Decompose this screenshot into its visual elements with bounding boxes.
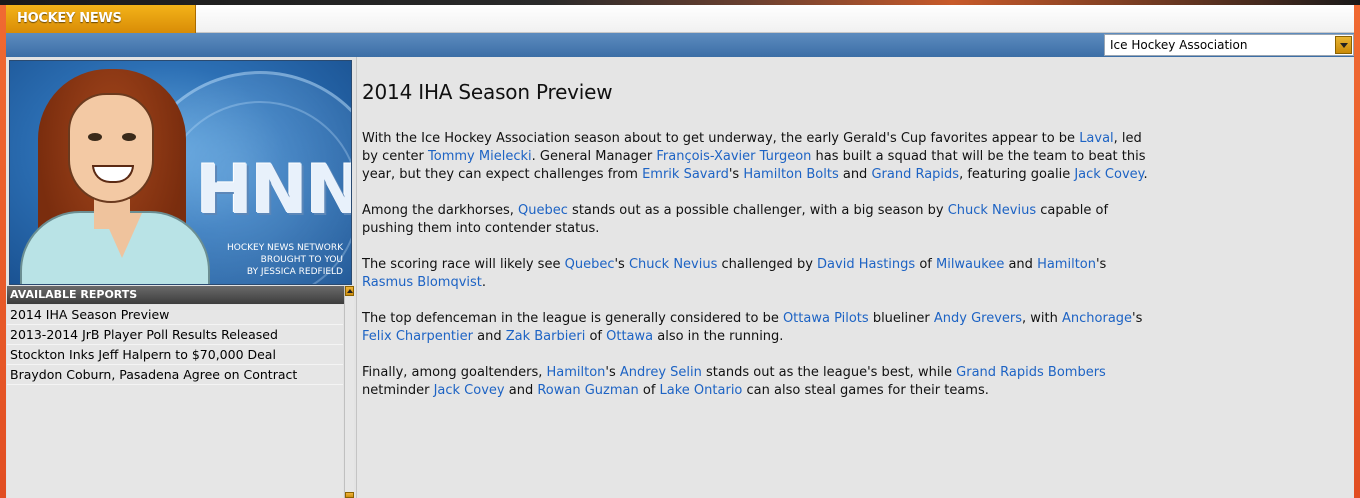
article-text: of: [915, 257, 936, 272]
sidebar: HNN HOCKEY NEWS NETWORK BROUGHT TO YOU B…: [6, 57, 356, 498]
article-text: 's: [728, 167, 744, 182]
article-link[interactable]: Tommy Mielecki: [428, 149, 532, 164]
article-link[interactable]: Rasmus Blomqvist: [362, 275, 482, 290]
article-text: and: [838, 167, 872, 182]
article-text: 's: [614, 257, 629, 272]
portrait-credit: HOCKEY NEWS NETWORK BROUGHT TO YOU BY JE…: [227, 242, 343, 278]
article-link[interactable]: Grand Rapids Bombers: [956, 365, 1106, 380]
article-paragraph: Finally, among goaltenders, Hamilton's A…: [362, 364, 1152, 400]
article-text: Finally, among goaltenders,: [362, 365, 547, 380]
article-link[interactable]: David Hastings: [817, 257, 915, 272]
article-link[interactable]: Emrik Savard: [642, 167, 729, 182]
article-text: netminder: [362, 383, 434, 398]
reports-scrollbar[interactable]: [344, 286, 354, 498]
article-text: stands out as a possible challenger, wit…: [567, 203, 948, 218]
article-link[interactable]: Quebec: [518, 203, 568, 218]
scroll-up-icon[interactable]: [345, 286, 354, 296]
article-link[interactable]: Lake Ontario: [660, 383, 743, 398]
article-text: and: [472, 329, 506, 344]
article-text: 's: [1132, 311, 1143, 326]
article-paragraph: With the Ice Hockey Association season a…: [362, 130, 1152, 184]
article-text: blueliner: [868, 311, 934, 326]
article-link[interactable]: Laval: [1079, 131, 1113, 146]
hnn-logo: HNN: [196, 151, 352, 230]
article-link[interactable]: Felix Charpentier: [362, 329, 473, 344]
article-text: 's: [1095, 257, 1107, 272]
reporter-portrait: HNN HOCKEY NEWS NETWORK BROUGHT TO YOU B…: [9, 60, 352, 285]
article-link[interactable]: Rowan Guzman: [537, 383, 638, 398]
report-item[interactable]: 2014 IHA Season Preview: [7, 305, 343, 325]
article-paragraph: The scoring race will likely see Quebec'…: [362, 256, 1152, 292]
article-text: With the Ice Hockey Association season a…: [362, 131, 1080, 146]
article-link[interactable]: Hamilton: [547, 365, 606, 380]
article-panel: 2014 IHA Season Preview With the Ice Hoc…: [356, 57, 1354, 498]
article-link[interactable]: Jack Covey: [1074, 167, 1143, 182]
article-title: 2014 IHA Season Preview: [362, 80, 613, 104]
article-text: of: [638, 383, 660, 398]
reporter-face: [68, 93, 154, 203]
credit-line: HOCKEY NEWS NETWORK: [226, 243, 343, 253]
article-link[interactable]: Chuck Nevius: [629, 257, 717, 272]
article-text: .: [481, 275, 487, 290]
article-text: can also steal games for their teams.: [742, 383, 989, 398]
article-link[interactable]: Zak Barbieri: [506, 329, 586, 344]
credit-line: BROUGHT TO YOU: [260, 255, 343, 265]
article-text: , featuring goalie: [959, 167, 1075, 182]
league-select-value: Ice Hockey Association: [1110, 38, 1248, 52]
article-text: , with: [1022, 311, 1062, 326]
report-item[interactable]: Braydon Coburn, Pasadena Agree on Contra…: [7, 365, 343, 385]
article-text: stands out as the league's best, while: [701, 365, 957, 380]
article-link[interactable]: Ottawa Pilots: [783, 311, 869, 326]
article-text: challenged by: [717, 257, 818, 272]
article-link[interactable]: Andrey Selin: [620, 365, 702, 380]
article-text: The top defenceman in the league is gene…: [362, 311, 783, 326]
report-item[interactable]: Stockton Inks Jeff Halpern to $70,000 De…: [7, 345, 343, 365]
article-link[interactable]: François-Xavier Turgeon: [656, 149, 811, 164]
article-link[interactable]: Anchorage: [1062, 311, 1132, 326]
article-text: and: [504, 383, 538, 398]
scroll-down-icon[interactable]: [345, 492, 354, 498]
article-link[interactable]: Milwaukee: [936, 257, 1004, 272]
chevron-down-icon[interactable]: [1335, 36, 1352, 54]
article-text: . General Manager: [531, 149, 657, 164]
header-bar: [6, 5, 1354, 33]
article-link[interactable]: Hamilton: [1037, 257, 1096, 272]
reports-heading: AVAILABLE REPORTS: [7, 286, 353, 304]
article-link[interactable]: Quebec: [565, 257, 615, 272]
article-link[interactable]: Grand Rapids: [871, 167, 959, 182]
article-text: The scoring race will likely see: [362, 257, 565, 272]
reporter-neck: [94, 199, 130, 229]
credit-line: BY JESSICA REDFIELD: [246, 267, 343, 277]
article-paragraph: The top defenceman in the league is gene…: [362, 310, 1152, 346]
article-link[interactable]: Jack Covey: [434, 383, 505, 398]
article-paragraph: Among the darkhorses, Quebec stands out …: [362, 202, 1152, 238]
article-text: also in the running.: [653, 329, 784, 344]
article-text: and: [1004, 257, 1038, 272]
article-text: of: [585, 329, 607, 344]
article-body: With the Ice Hockey Association season a…: [362, 130, 1354, 400]
brand-tab[interactable]: HOCKEY NEWS NETWORK: [6, 5, 196, 54]
article-text: .: [1143, 167, 1148, 182]
article-link[interactable]: Hamilton Bolts: [743, 167, 838, 182]
article-link[interactable]: Chuck Nevius: [948, 203, 1036, 218]
article-link[interactable]: Ottawa: [606, 329, 653, 344]
article-text: 's: [605, 365, 620, 380]
reports-list: 2014 IHA Season Preview 2013-2014 JrB Pl…: [7, 305, 343, 498]
article-text: Among the darkhorses,: [362, 203, 519, 218]
report-item[interactable]: 2013-2014 JrB Player Poll Results Releas…: [7, 325, 343, 345]
league-select[interactable]: Ice Hockey Association: [1104, 34, 1354, 56]
article-link[interactable]: Andy Grevers: [934, 311, 1022, 326]
